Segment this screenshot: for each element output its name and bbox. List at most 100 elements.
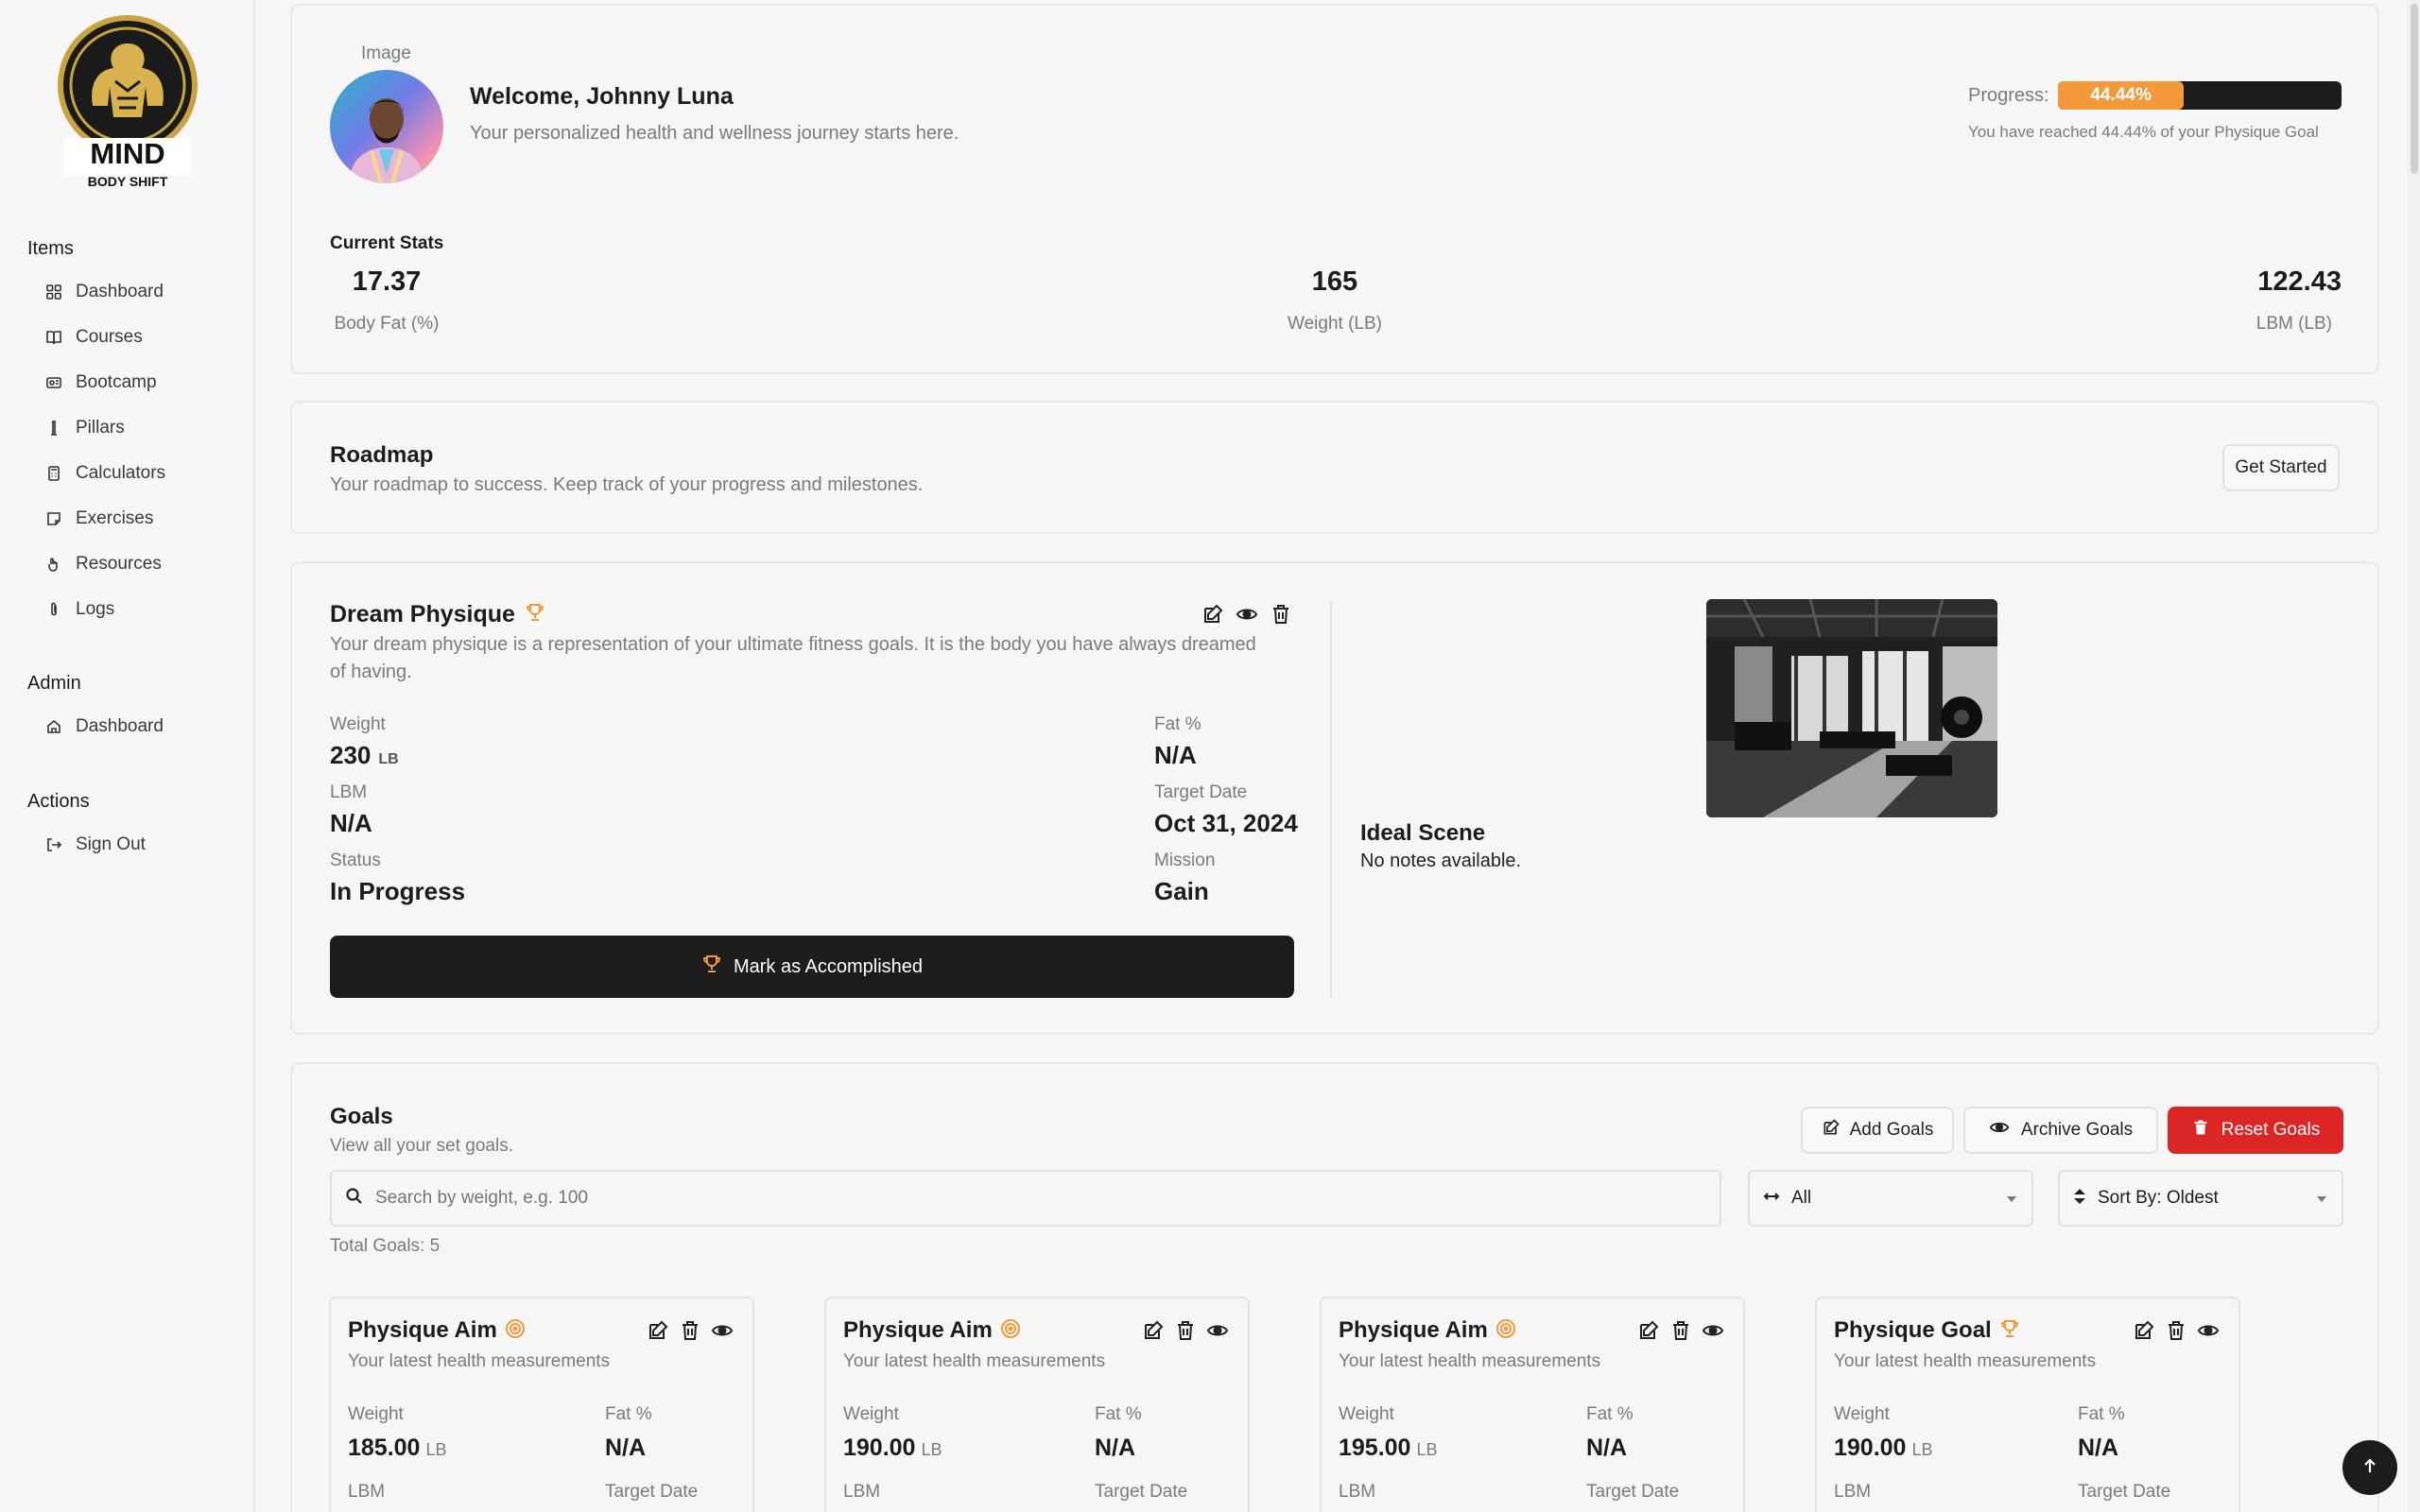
goal-card: Physique Aim Your latest health measurem…	[329, 1297, 754, 1512]
search-icon	[345, 1187, 364, 1211]
progress-note: You have reached 44.44% of your Physique…	[1968, 123, 2319, 141]
target-icon	[1495, 1318, 1516, 1344]
arrows-horizontal-icon	[1763, 1188, 1780, 1210]
goal-lbm-label: LBM	[348, 1482, 386, 1502]
goal-weight-unit: LB	[921, 1440, 942, 1459]
pillar-icon	[45, 420, 62, 437]
edit-icon[interactable]	[1635, 1317, 1662, 1344]
trophy-icon	[1999, 1318, 2020, 1344]
sidebar-item-courses[interactable]: Courses	[0, 315, 253, 360]
sort-icon	[2073, 1188, 2086, 1210]
view-icon[interactable]	[1700, 1317, 1726, 1344]
view-icon[interactable]	[709, 1317, 735, 1344]
sidebar-item-admin-dashboard[interactable]: Dashboard	[0, 704, 253, 749]
sidebar-item-logs[interactable]: Logs	[0, 587, 253, 632]
get-started-button[interactable]: Get Started	[2222, 444, 2340, 491]
goal-card: Physique Aim Your latest health measurem…	[1320, 1297, 1745, 1512]
goal-card-subtitle: Your latest health measurements	[1339, 1351, 1601, 1371]
search-field[interactable]	[330, 1170, 1721, 1227]
delete-icon[interactable]	[1268, 601, 1294, 627]
goal-weight-value: 195.00	[1339, 1435, 1411, 1461]
nav-heading-admin: Admin	[27, 673, 81, 694]
sidebar-item-bootcamp[interactable]: Bootcamp	[0, 360, 253, 405]
divider	[1330, 601, 1332, 998]
goal-card-title: Physique Aim	[348, 1317, 497, 1343]
field-label: Status	[330, 850, 381, 870]
search-input[interactable]	[375, 1188, 1699, 1209]
target-icon	[1000, 1318, 1021, 1344]
sidebar-item-resources[interactable]: Resources	[0, 541, 253, 587]
goal-fat-label: Fat %	[2078, 1404, 2125, 1424]
ideal-scene-title: Ideal Scene	[1360, 820, 1486, 846]
sidebar-item-label: Sign Out	[76, 834, 146, 854]
add-goals-label: Add Goals	[1849, 1120, 1934, 1140]
dream-fat: Fat % N/A	[1154, 714, 1201, 770]
view-icon[interactable]	[2195, 1317, 2221, 1344]
stat-body-fat: 17.37 Body Fat (%)	[330, 266, 443, 335]
goal-card-title: Physique Aim	[843, 1317, 993, 1343]
goal-fat-value: N/A	[2078, 1435, 2119, 1461]
edit-icon[interactable]	[645, 1317, 671, 1344]
field-label: LBM	[330, 782, 368, 802]
sign-out-icon	[45, 836, 62, 853]
progress-fill: 44.44%	[2058, 81, 2185, 110]
field-value: Gain	[1154, 877, 1209, 905]
mark-accomplished-label: Mark as Accomplished	[733, 955, 924, 977]
nav-actions-section: Actions Sign Out	[0, 786, 253, 868]
goal-card-subtitle: Your latest health measurements	[843, 1351, 1106, 1371]
brand-logo[interactable]: MIND BODY SHIFT	[55, 15, 200, 190]
field-label: Target Date	[1154, 782, 1248, 802]
dream-status: Status In Progress	[330, 850, 465, 906]
goal-weight-label: Weight	[1339, 1404, 1394, 1424]
dream-physique-card: Dream Physique Your dream physique is a …	[290, 561, 2379, 1035]
trophy-icon	[525, 602, 545, 627]
edit-icon[interactable]	[1140, 1317, 1167, 1344]
sidebar-item-label: Bootcamp	[76, 372, 157, 392]
sidebar-item-calculators[interactable]: Calculators	[0, 451, 253, 496]
mark-accomplished-button[interactable]: Mark as Accomplished	[330, 936, 1294, 998]
goal-fat-label: Fat %	[1095, 1404, 1142, 1424]
scrollbar-thumb[interactable]	[2411, 4, 2418, 174]
goal-weight-value: 185.00	[348, 1435, 421, 1461]
filter-value: All	[1791, 1188, 1812, 1208]
stat-weight: 165 Weight (LB)	[1264, 266, 1406, 335]
view-icon[interactable]	[1204, 1317, 1231, 1344]
scroll-to-top-button[interactable]	[2342, 1440, 2397, 1495]
avatar[interactable]	[330, 70, 443, 183]
sidebar-item-sign-out[interactable]: Sign Out	[0, 822, 253, 868]
edit-icon[interactable]	[1200, 601, 1226, 627]
scrollbar-track[interactable]	[2407, 0, 2420, 1512]
sidebar-item-exercises[interactable]: Exercises	[0, 496, 253, 541]
archive-goals-button[interactable]: Archive Goals	[1963, 1107, 2158, 1154]
brand-line2: BODY SHIFT	[88, 174, 168, 189]
stat-label: Body Fat (%)	[334, 314, 440, 334]
dream-actions	[1200, 601, 1294, 627]
sidebar: MIND BODY SHIFT Items Dashboard Courses …	[0, 0, 255, 1512]
progress-label: Progress:	[1968, 85, 2049, 106]
reset-goals-button[interactable]: Reset Goals	[2168, 1107, 2343, 1154]
delete-icon[interactable]	[677, 1317, 703, 1344]
edit-icon[interactable]	[2131, 1317, 2157, 1344]
delete-icon[interactable]	[1172, 1317, 1199, 1344]
add-goals-button[interactable]: Add Goals	[1801, 1107, 1954, 1154]
goal-target-label: Target Date	[1095, 1482, 1188, 1502]
goal-card-subtitle: Your latest health measurements	[1834, 1351, 2097, 1371]
goal-card-title: Physique Aim	[1339, 1317, 1488, 1343]
field-label: Mission	[1154, 850, 1216, 870]
goal-weight-value: 190.00	[1834, 1435, 1907, 1461]
stat-label: Weight (LB)	[1288, 314, 1382, 334]
delete-icon[interactable]	[1668, 1317, 1694, 1344]
delete-icon[interactable]	[2163, 1317, 2189, 1344]
sidebar-item-pillars[interactable]: Pillars	[0, 405, 253, 451]
dream-description: Your dream physique is a representation …	[330, 634, 1256, 682]
view-icon[interactable]	[1234, 601, 1260, 627]
filter-select[interactable]: All	[1748, 1170, 2033, 1227]
sidebar-item-dashboard[interactable]: Dashboard	[0, 269, 253, 315]
ideal-scene-image[interactable]	[1706, 599, 1997, 817]
goal-fat-label: Fat %	[605, 1404, 652, 1424]
sort-select[interactable]: Sort By: Oldest	[2058, 1170, 2343, 1227]
view-icon	[1989, 1117, 2010, 1143]
trophy-icon	[701, 954, 722, 980]
goal-fat-label: Fat %	[1586, 1404, 1634, 1424]
field-value: N/A	[330, 809, 372, 837]
